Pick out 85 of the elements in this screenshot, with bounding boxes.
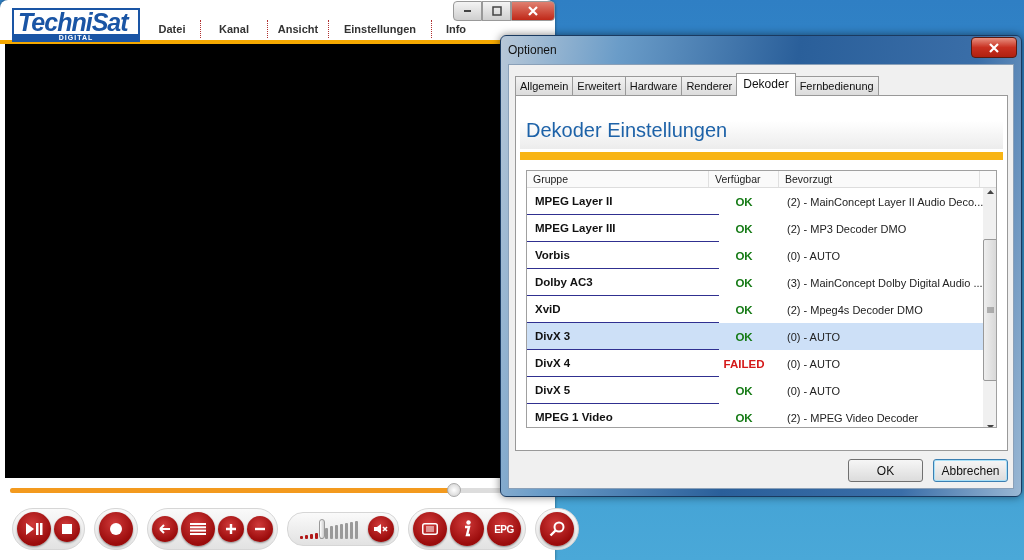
status-cell-text: OK: [734, 330, 754, 343]
mute-button[interactable]: [368, 516, 394, 542]
status-cell-text: OK: [734, 195, 754, 208]
group-cell: MPEG Layer II: [527, 188, 719, 215]
group-cell: DivX 3: [527, 323, 719, 350]
close-icon: [528, 6, 538, 16]
preferred-cell-text: (0) - AUTO: [786, 330, 841, 343]
status-cell-text: OK: [734, 384, 754, 397]
status-cell-text: FAILED: [722, 357, 766, 370]
preferred-cell-text: (0) - AUTO: [786, 357, 841, 370]
preferred-cell-text: (2) - Mpeg4s Decoder DMO: [786, 303, 924, 316]
table-row[interactable]: MPEG Layer III OK (2) - MP3 Decoder DMO: [527, 215, 984, 242]
tab[interactable]: Renderer: [681, 76, 738, 95]
list-icon: [190, 523, 206, 535]
minus-button[interactable]: [247, 516, 273, 542]
grip-icon: [987, 306, 995, 313]
table-row[interactable]: DivX 3 OK (0) - AUTO: [527, 323, 984, 350]
plus-icon: [226, 524, 236, 534]
left-arrow-icon: [159, 524, 171, 534]
table-row[interactable]: MPEG 1 Video OK (2) - MPEG Video Decoder: [527, 404, 984, 427]
tab[interactable]: Hardware: [624, 76, 683, 95]
maximize-icon: [491, 6, 502, 16]
table-row[interactable]: Vorbis OK (0) - AUTO: [527, 242, 984, 269]
menu-item[interactable]: Info: [432, 20, 480, 38]
search-icon: [549, 521, 565, 537]
play-pause-button[interactable]: [17, 512, 51, 546]
info-icon: [462, 520, 472, 538]
preferred-cell-text: (0) - AUTO: [786, 384, 841, 397]
play-pause-icon: [25, 522, 43, 536]
volume-thumb[interactable]: [318, 519, 325, 539]
group-cell: Vorbis: [527, 242, 719, 269]
group-cell: DivX 5: [527, 377, 719, 404]
plus-button[interactable]: [218, 516, 244, 542]
close-icon: [989, 42, 999, 53]
section-heading: Dekoder Einstellungen: [526, 119, 728, 142]
epg-button[interactable]: EPG: [487, 512, 521, 546]
teletext-button[interactable]: [413, 512, 447, 546]
preferred-cell-text: (3) - MainConcept Dolby Digital Audio ...: [786, 276, 984, 289]
stop-icon: [62, 524, 72, 534]
table-row[interactable]: DivX 4 FAILED (0) - AUTO: [527, 350, 984, 377]
status-cell-text: OK: [734, 249, 754, 262]
preferred-cell-text: (0) - AUTO: [786, 249, 841, 262]
stop-button[interactable]: [54, 516, 80, 542]
tab[interactable]: Fernbedienung: [794, 76, 879, 95]
table-row[interactable]: DivX 5 OK (0) - AUTO: [527, 377, 984, 404]
status-cell-text: OK: [734, 411, 754, 424]
preferred-cell-text: (2) - MPEG Video Decoder: [786, 411, 920, 424]
teletext-icon: [422, 523, 438, 535]
group-cell: Dolby AC3: [527, 269, 719, 296]
record-icon: [110, 523, 122, 535]
status-cell-text: OK: [734, 303, 754, 316]
group-cell: MPEG 1 Video: [527, 404, 719, 427]
slider-thumb[interactable]: [447, 482, 462, 497]
scroll-up-icon: [987, 190, 995, 194]
close-button[interactable]: [511, 1, 555, 21]
menu-item[interactable]: Einstellungen: [329, 20, 432, 38]
close-button[interactable]: [971, 37, 1017, 58]
menu-item[interactable]: Kanal: [201, 20, 268, 38]
maximize-button[interactable]: [482, 1, 511, 21]
group-cell: MPEG Layer III: [527, 215, 719, 242]
preferred-cell-text: (2) - MP3 Decoder DMO: [786, 222, 908, 235]
column-header[interactable]: Verfügbar: [709, 171, 779, 187]
menu-item[interactable]: Datei: [144, 20, 201, 38]
minimize-icon: [464, 10, 471, 12]
dialog-title: Optionen: [508, 43, 557, 57]
tab[interactable]: Erweitert: [572, 76, 626, 95]
tab[interactable]: Allgemein: [515, 76, 574, 95]
dialog-button[interactable]: OK: [848, 459, 923, 482]
preferred-cell-text: (2) - MainConcept Layer II Audio Deco...: [786, 195, 984, 208]
column-header[interactable]: Gruppe: [527, 171, 709, 187]
column-header[interactable]: Bevorzugt: [779, 171, 980, 187]
status-cell-text: OK: [734, 222, 754, 235]
dialog-button[interactable]: Abbrechen: [933, 459, 1008, 482]
scrollbar[interactable]: [983, 188, 996, 427]
minimize-button[interactable]: [453, 1, 482, 21]
mute-icon: [373, 523, 389, 535]
channel-list-button[interactable]: [181, 512, 215, 546]
status-cell-text: OK: [734, 276, 754, 289]
menu-item[interactable]: Ansicht: [268, 20, 329, 38]
group-cell: DivX 4: [527, 350, 719, 377]
table-row[interactable]: Dolby AC3 OK (3) - MainConcept Dolby Digital Audio ...: [527, 269, 984, 296]
tab[interactable]: Dekoder: [736, 73, 796, 96]
info-button[interactable]: [450, 512, 484, 546]
table-row[interactable]: MPEG Layer II OK (2) - MainConcept Layer II Audio Deco...: [527, 188, 984, 215]
back-button[interactable]: [152, 516, 178, 542]
